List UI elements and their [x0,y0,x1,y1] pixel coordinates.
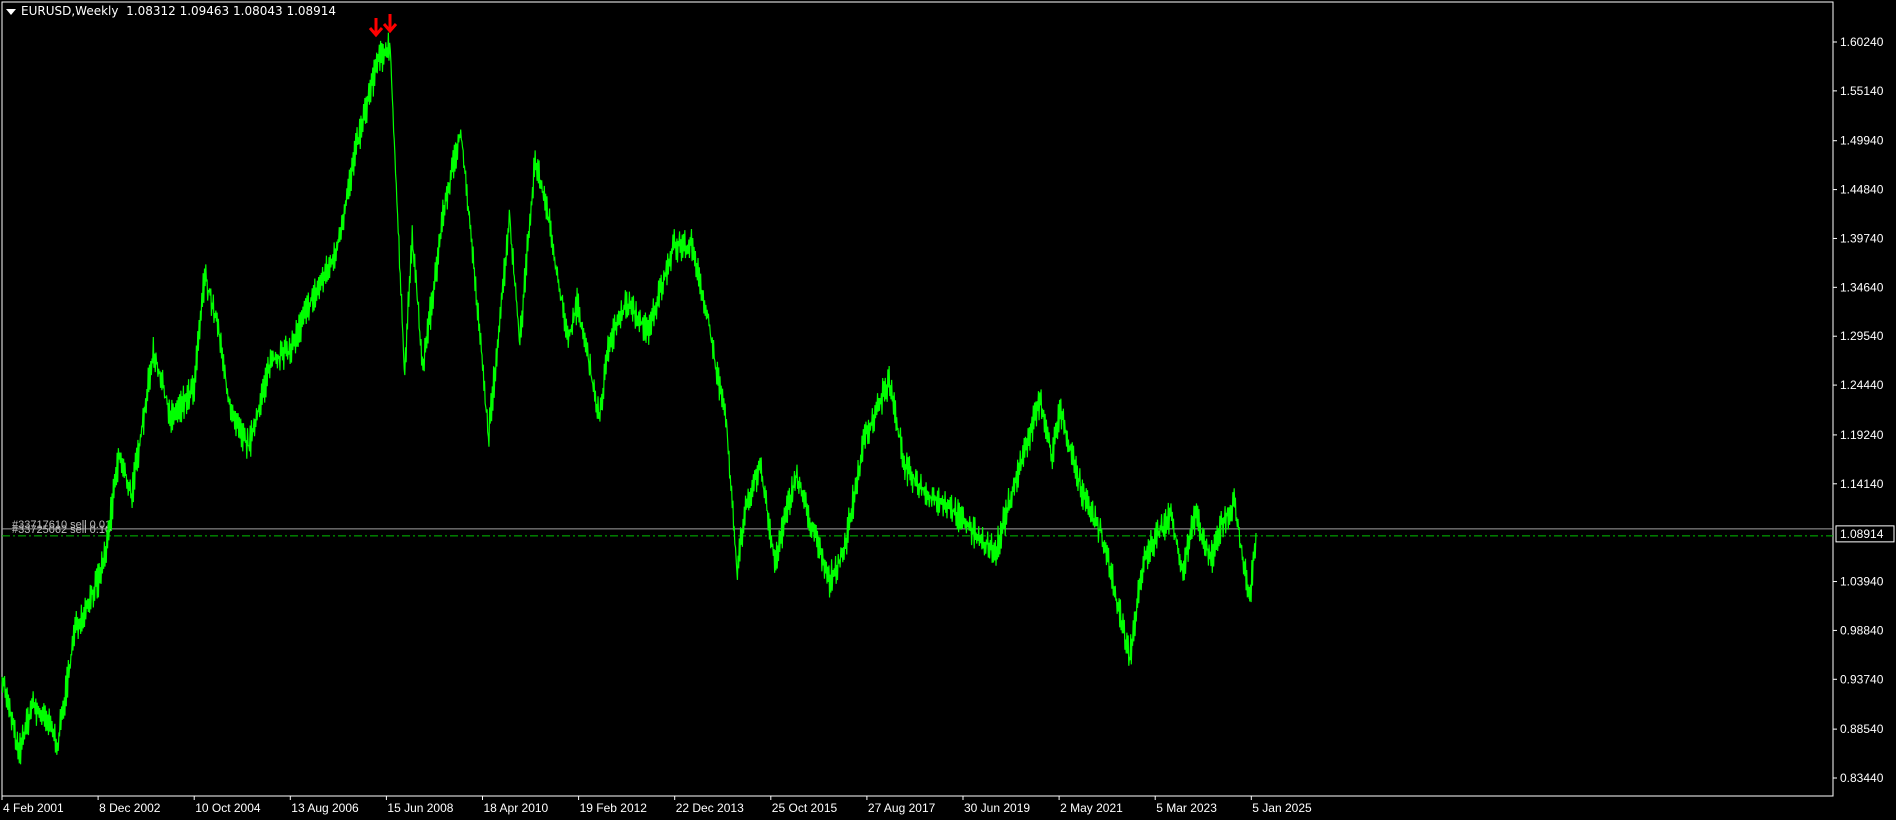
price-tick-label: 0.88540 [1840,722,1884,736]
time-tick-label: 5 Mar 2023 [1156,801,1217,815]
price-chart[interactable]: 1.60240 1.55140 1.49940 1.44840 1.39740 1.346… [0,0,1896,820]
price-axis: 1.60240 1.55140 1.49940 1.44840 1.39740 1.346… [1833,35,1884,785]
ohlc-values: 1.08312 1.09463 1.08043 1.08914 [126,4,337,18]
price-tick-label: 1.34640 [1840,280,1884,294]
time-tick-label: 15 Jun 2008 [387,801,453,815]
current-price-badge: 1.08914 [1835,525,1895,543]
dropdown-triangle-icon[interactable] [6,8,16,15]
time-tick-label: 27 Aug 2017 [868,801,936,815]
time-tick-label: 30 Jun 2019 [964,801,1030,815]
order-label-2: #33725062 sell 0.10 [12,524,111,536]
price-tick-label: 1.60240 [1840,35,1884,49]
price-tick-label: 0.98840 [1840,623,1884,637]
time-tick-label: 22 Dec 2013 [676,801,744,815]
time-axis: 4 Feb 2001 8 Dec 2002 10 Oct 2004 13 Aug 20… [1,796,1312,815]
price-tick-label: 1.39740 [1840,231,1884,245]
price-tick-label: 1.19240 [1840,428,1884,442]
price-tick-label: 1.55140 [1840,84,1884,98]
symbol-label: EURUSD,Weekly [21,4,119,18]
current-price-value: 1.08914 [1840,527,1884,541]
price-tick-label: 1.03940 [1840,575,1884,589]
time-tick-label: 13 Aug 2006 [291,801,359,815]
time-tick-label: 2 May 2021 [1060,801,1123,815]
time-tick-label: 18 Apr 2010 [484,801,549,815]
price-tick-label: 1.29540 [1840,329,1884,343]
price-tick-label: 0.93740 [1840,672,1884,686]
price-tick-label: 1.49940 [1840,134,1884,148]
time-tick-label: 10 Oct 2004 [195,801,261,815]
sell-arrows [368,14,398,38]
price-tick-label: 1.14140 [1840,477,1884,491]
price-series-line [1,32,1257,765]
sell-arrow-icon [382,14,398,34]
price-tick-label: 1.24440 [1840,378,1884,392]
plot-frame [1,1,1834,797]
time-tick-label: 25 Oct 2015 [772,801,838,815]
chart-header: EURUSD,Weekly 1.08312 1.09463 1.08043 1.… [6,4,336,18]
time-tick-label: 19 Feb 2012 [580,801,648,815]
price-tick-label: 0.83440 [1840,771,1884,785]
sell-arrow-icon [368,18,384,38]
time-tick-label: 5 Jan 2025 [1252,801,1312,815]
time-tick-label: 8 Dec 2002 [99,801,161,815]
price-tick-label: 1.44840 [1840,183,1884,197]
time-tick-label: 4 Feb 2001 [3,801,64,815]
